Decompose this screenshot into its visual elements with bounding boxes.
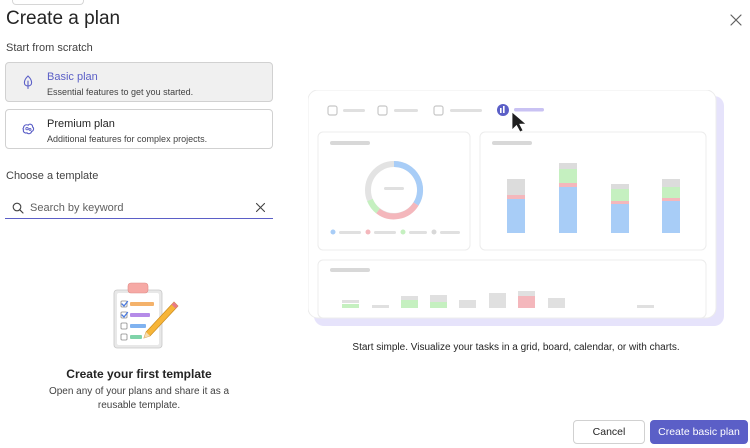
clear-search-icon[interactable] <box>254 201 267 214</box>
preview-caption: Start simple. Visualize your tasks in a … <box>352 342 680 353</box>
premium-plan-name: Premium plan <box>47 118 115 130</box>
premium-plan-icon <box>22 123 35 135</box>
plan-preview-illustration <box>308 90 724 326</box>
basic-plan-name: Basic plan <box>47 71 98 83</box>
cancel-button[interactable]: Cancel <box>573 420 645 444</box>
basic-plan-option[interactable]: Basic plan Essential features to get you… <box>5 62 273 102</box>
template-clipboard-illustration <box>113 282 179 349</box>
choose-template-heading: Choose a template <box>6 170 99 182</box>
start-from-scratch-heading: Start from scratch <box>6 42 93 54</box>
template-search-input[interactable] <box>30 199 245 217</box>
close-button[interactable] <box>726 10 746 30</box>
dialog-title: Create a plan <box>6 8 121 29</box>
search-icon <box>12 202 24 214</box>
template-search-box <box>5 197 273 219</box>
create-basic-plan-button[interactable]: Create basic plan <box>650 420 748 444</box>
close-icon <box>730 14 742 26</box>
basic-plan-description: Essential features to get you started. <box>47 87 194 97</box>
premium-plan-description: Additional features for complex projects… <box>47 134 208 144</box>
empty-template-title: Create your first template <box>66 367 212 381</box>
empty-template-description: Open any of your plans and share it as a… <box>48 386 230 411</box>
basic-plan-icon <box>23 75 33 90</box>
window-tab-edge <box>12 0 84 5</box>
premium-plan-option[interactable]: Premium plan Additional features for com… <box>5 109 273 149</box>
